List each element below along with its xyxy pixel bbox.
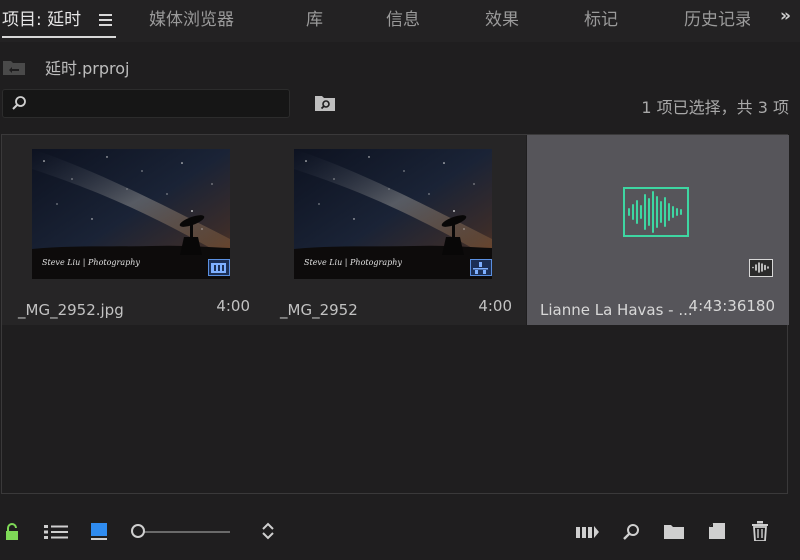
panel-tab-bar: 项目: 延时 媒体浏览器 库 信息 效果 标记 历史记录 » — [0, 0, 800, 42]
automate-to-sequence-icon[interactable] — [576, 525, 600, 539]
selection-status: 1 项已选择，共 3 项 — [641, 98, 789, 117]
tab-project[interactable]: 项目: 延时 — [2, 8, 81, 32]
item-name: Lianne La Havas - ... — [540, 301, 693, 319]
item-duration: 4:43:36180 — [688, 297, 775, 315]
project-item-image[interactable]: Steve Liu | Photography _MG_2952.jpg 4:0… — [2, 135, 264, 325]
folder-up-icon[interactable] — [2, 58, 26, 76]
item-thumbnail: Steve Liu | Photography — [32, 149, 230, 279]
new-bin-icon[interactable] — [663, 524, 685, 540]
audio-waveform-icon — [623, 187, 689, 237]
project-path-row: 延时.prproj — [0, 50, 800, 80]
list-view-icon[interactable] — [44, 524, 68, 540]
trash-icon[interactable] — [752, 521, 768, 541]
item-duration: 4:00 — [478, 297, 512, 315]
active-tab-indicator — [2, 36, 116, 38]
search-input[interactable] — [2, 89, 290, 118]
tab-media-browser[interactable]: 媒体浏览器 — [149, 8, 234, 32]
watermark-text: Steve Liu | Photography — [42, 258, 140, 267]
tab-effects[interactable]: 效果 — [485, 8, 519, 32]
zoom-slider-track[interactable] — [142, 531, 230, 533]
project-item-sequence[interactable]: Steve Liu | Photography _MG_2952 4:00 — [264, 135, 526, 325]
item-thumbnail: Steve Liu | Photography — [294, 149, 492, 279]
bottom-toolbar — [0, 508, 800, 558]
item-name: _MG_2952 — [280, 301, 358, 319]
icon-view-icon[interactable] — [91, 523, 107, 540]
item-duration: 4:00 — [216, 297, 250, 315]
sort-icon[interactable] — [261, 521, 275, 541]
panel-menu-icon[interactable] — [99, 14, 112, 26]
audio-badge-icon — [749, 259, 773, 277]
sequence-icon — [470, 259, 492, 276]
zoom-slider-handle[interactable] — [131, 524, 145, 538]
tab-markers[interactable]: 标记 — [584, 8, 618, 32]
film-strip-icon — [208, 259, 230, 276]
tab-info[interactable]: 信息 — [386, 8, 420, 32]
project-item-grid: Steve Liu | Photography _MG_2952.jpg 4:0… — [1, 134, 789, 494]
project-item-audio[interactable]: Lianne La Havas - ... 4:43:36180 — [527, 135, 789, 325]
project-name: 延时.prproj — [45, 59, 130, 78]
tab-libraries[interactable]: 库 — [306, 8, 323, 32]
new-item-icon[interactable] — [708, 522, 726, 540]
search-icon — [12, 96, 26, 110]
tab-history[interactable]: 历史记录 — [684, 8, 750, 32]
watermark-text: Steve Liu | Photography — [304, 258, 402, 267]
lock-open-icon[interactable] — [5, 523, 19, 541]
item-name: _MG_2952.jpg — [18, 301, 124, 319]
new-search-bin-icon[interactable] — [314, 94, 336, 112]
chevron-double-right-icon[interactable]: » — [780, 6, 791, 26]
find-icon[interactable] — [622, 523, 640, 541]
